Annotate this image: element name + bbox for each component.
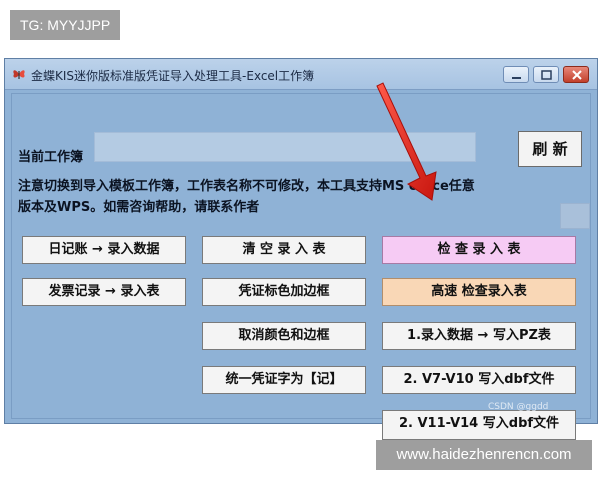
notice-text: 注意切换到导入模板工作簿，工作表名称不可修改，本工具支持MS office任意 … [18, 176, 558, 218]
bottom-tag: www.haidezhenrencn.com [376, 440, 592, 470]
notice-line-1: 注意切换到导入模板工作簿，工作表名称不可修改，本工具支持MS office任意 [18, 179, 475, 194]
v7-v10-dbf-button[interactable]: 2. V7-V10 写入dbf文件 [382, 366, 576, 394]
v11-v14-dbf-button[interactable]: 2. V11-V14 写入dbf文件 [382, 410, 576, 440]
small-box[interactable] [560, 203, 590, 229]
maximize-icon [541, 70, 552, 80]
unify-voucher-word-button[interactable]: 统一凭证字为【记】 [202, 366, 366, 394]
notice-line-2: 版本及WPS。如需咨询帮助，请联系作者 [18, 200, 260, 215]
mark-border-button[interactable]: 凭证标色加边框 [202, 278, 366, 306]
remove-color-button[interactable]: 取消颜色和边框 [202, 322, 366, 350]
top-tag: TG: MYYJJPP [10, 10, 121, 40]
workbook-field[interactable] [94, 132, 476, 162]
form-area: 当前工作簿 刷 新 注意切换到导入模板工作簿，工作表名称不可修改，本工具支持MS… [11, 93, 591, 440]
refresh-button[interactable]: 刷 新 [518, 131, 582, 167]
maximize-button[interactable] [533, 66, 559, 83]
butterfly-icon [11, 66, 27, 82]
write-pz-button[interactable]: 1.录入数据 → 写入PZ表 [382, 322, 576, 350]
close-icon [572, 70, 582, 80]
close-button[interactable] [563, 66, 589, 83]
window-title: 金蝶KIS迷你版标准版凭证导入处理工具-Excel工作簿 [31, 69, 315, 83]
invoice-to-entry-button[interactable]: 发票记录 → 录入表 [22, 278, 186, 306]
minimize-button[interactable] [503, 66, 529, 83]
watermark: CSDN @ggdd [488, 402, 549, 412]
workbook-label: 当前工作簿 [18, 150, 84, 165]
title-bar: 金蝶KIS迷你版标准版凭证导入处理工具-Excel工作簿 [5, 59, 597, 90]
app-window: 金蝶KIS迷你版标准版凭证导入处理工具-Excel工作簿 当前工作簿 刷 新 注… [4, 58, 598, 440]
clear-entry-button[interactable]: 清 空 录 入 表 [202, 236, 366, 264]
journal-to-entry-button[interactable]: 日记账 → 录入数据 [22, 236, 186, 264]
check-entry-button[interactable]: 检 查 录 入 表 [382, 236, 576, 264]
minimize-icon [512, 77, 521, 79]
fast-check-button[interactable]: 高速 检查录入表 [382, 278, 576, 306]
